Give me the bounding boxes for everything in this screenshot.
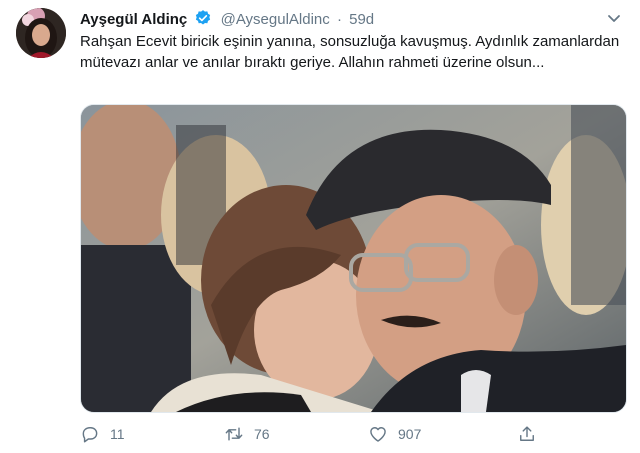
retweet-icon [225, 427, 243, 441]
tweet-timestamp[interactable]: 59d [349, 11, 374, 28]
reply-icon [82, 427, 98, 443]
retweet-button[interactable]: 76 [224, 422, 270, 446]
retweet-count: 76 [254, 426, 270, 442]
chevron-down-icon[interactable] [604, 8, 624, 28]
avatar[interactable] [16, 8, 66, 58]
tweet-text: Rahşan Ecevit biricik eşinin yanına, son… [80, 33, 620, 71]
reply-button[interactable]: 11 [80, 422, 125, 446]
share-icon [520, 426, 534, 441]
reply-count: 11 [110, 426, 125, 442]
author-name[interactable]: Ayşegül Aldinç [80, 11, 187, 28]
verified-badge-icon [194, 9, 212, 33]
tweet-card[interactable]: Ayşegül Aldinç @AysegulAldinc · 59d Rahş… [0, 0, 640, 453]
heart-icon [370, 427, 386, 442]
like-button[interactable]: 907 [368, 422, 421, 446]
separator-dot: · [336, 11, 342, 28]
author-handle[interactable]: @AysegulAldinc [221, 11, 330, 28]
like-count: 907 [398, 426, 422, 442]
tweet-action-bar: 11 76 907 [80, 422, 560, 446]
tweet-photo[interactable] [80, 104, 627, 413]
share-button[interactable] [517, 422, 537, 446]
tweet-header: Ayşegül Aldinç @AysegulAldinc · 59d [80, 9, 374, 29]
